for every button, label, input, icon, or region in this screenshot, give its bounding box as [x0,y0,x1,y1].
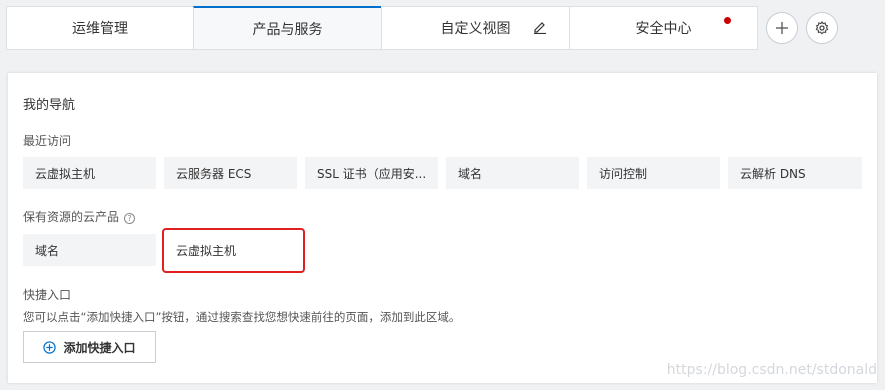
watermark: https://blog.csdn.net/stdonald [666,362,877,378]
top-tab-bar: 运维管理 产品与服务 自定义视图 安全中心 [0,0,885,52]
plus-icon [776,22,788,34]
tab-ops-management[interactable]: 运维管理 [6,6,194,50]
notification-dot [724,17,731,24]
recent-item[interactable]: 云服务器 ECS [164,157,297,189]
tab-label: 产品与服务 [252,21,323,38]
owned-product-item[interactable]: 域名 [23,234,156,266]
add-shortcut-label: 添加快捷入口 [63,340,136,355]
shortcut-title: 快捷入口 [23,288,72,302]
tab-custom-view[interactable]: 自定义视图 [381,6,570,50]
plus-circle-icon [43,340,57,354]
help-icon[interactable]: ? [124,213,136,224]
recent-item[interactable]: 云虚拟主机 [23,157,156,189]
tab-label: 运维管理 [72,21,128,37]
settings-button[interactable] [806,12,838,44]
highlight-box [162,228,305,273]
recent-visits-title: 最近访问 [23,134,72,148]
add-tab-button[interactable] [766,12,798,44]
tab-label: 自定义视图 [440,21,511,37]
recent-item[interactable]: 云解析 DNS [728,157,862,189]
recent-item[interactable]: SSL 证书（应用安... [305,157,438,189]
my-navigation-panel: 我的导航 最近访问 云虚拟主机 云服务器 ECS SSL 证书（应用安... 域… [8,73,877,383]
tab-label: 安全中心 [635,21,692,37]
tab-products-services[interactable]: 产品与服务 [193,6,382,50]
recent-item[interactable]: 访问控制 [587,157,720,189]
edit-icon[interactable] [533,20,547,34]
panel-title: 我的导航 [23,98,76,113]
tab-security-center[interactable]: 安全中心 [569,6,758,50]
owned-products-title: 保有资源的云产品? [23,208,136,225]
add-shortcut-button[interactable]: 添加快捷入口 [23,331,156,363]
recent-item[interactable]: 域名 [446,157,579,189]
shortcut-description: 您可以点击“添加快捷入口”按钮，通过搜索查找您想快速前往的页面，添加到此区域。 [23,310,461,324]
gear-icon [815,21,829,35]
